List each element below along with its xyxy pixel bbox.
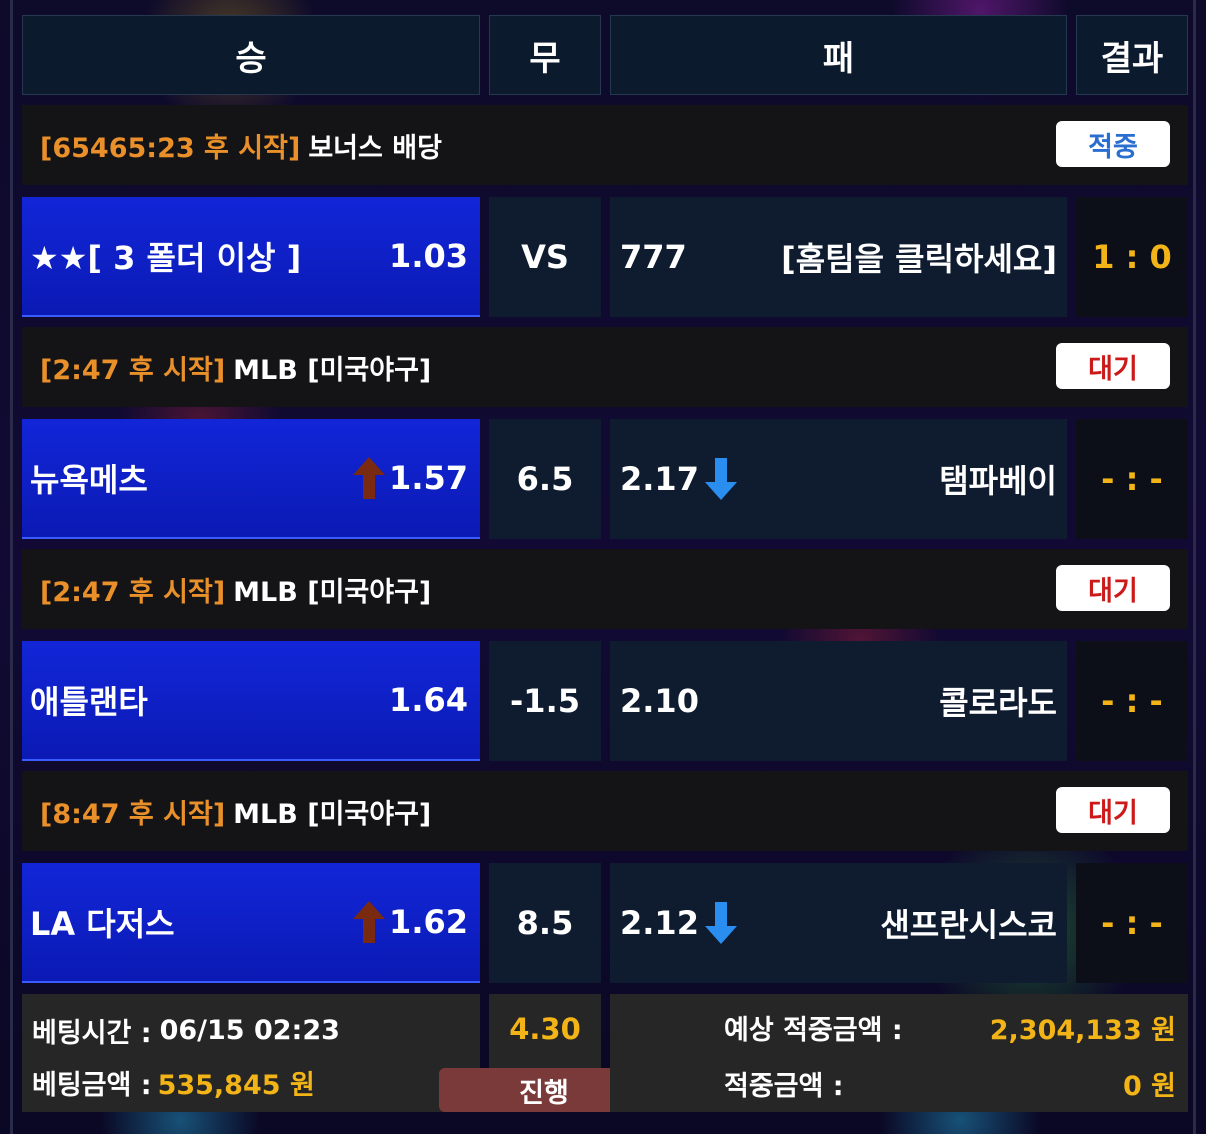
draw-button[interactable]: 8.5 — [489, 863, 601, 983]
away-team-button[interactable]: 777 [홈팀을 클릭하세요] — [610, 197, 1067, 317]
home-team-button[interactable]: 뉴욕메츠 1.57 — [22, 419, 480, 539]
bet-amount-label: 베팅금액 : — [32, 1069, 152, 1101]
up-arrow-icon — [353, 901, 386, 943]
status-badge: 대기 — [1056, 565, 1170, 611]
away-team-button[interactable]: 2.10 콜로라도 — [610, 641, 1067, 761]
home-odds: 1.62 — [389, 903, 468, 941]
win-amount-value: 0 원 — [1122, 1071, 1176, 1102]
away-odds: 777 — [620, 238, 687, 276]
away-team-button[interactable]: 2.12 샌프란시스코 — [610, 863, 1067, 983]
home-team-name: LA 다저스 — [30, 905, 175, 943]
home-team-name: 애틀랜타 — [30, 683, 148, 721]
away-odds: 2.10 — [620, 682, 699, 720]
game-start-time: [8:47 후 시작] — [40, 798, 226, 830]
away-team-name: 콜로라도 — [939, 684, 1057, 722]
game-score: 1 : 0 — [1076, 197, 1188, 317]
game-score: - : - — [1076, 863, 1188, 983]
away-odds: 2.17 — [620, 460, 699, 498]
header-result: 결과 — [1076, 15, 1188, 95]
bet-time-value: 06/15 02:23 — [159, 1014, 340, 1046]
total-odds: 4.30 — [509, 1012, 581, 1046]
game-info-bar: [2:47 후 시작] MLB [미국야구] 대기 — [22, 549, 1188, 629]
game-info-bar: [65465:23 후 시작] 보너스 배당 적중 — [22, 105, 1188, 185]
draw-button[interactable]: VS — [489, 197, 601, 317]
down-arrow-icon — [704, 902, 737, 944]
bet-summary: 베팅시간 : 06/15 02:23 베팅금액 : 535,845 원 — [22, 994, 480, 1112]
home-team-button[interactable]: ★★[ 3 폴더 이상 ] 1.03 — [22, 197, 480, 317]
game-info-bar: [2:47 후 시작] MLB [미국야구] 대기 — [22, 327, 1188, 407]
expected-payout-value: 2,304,133 원 — [989, 1015, 1176, 1046]
status-badge: 대기 — [1056, 787, 1170, 833]
down-arrow-icon — [704, 458, 737, 500]
game-score: - : - — [1076, 641, 1188, 761]
game-start-time: [2:47 후 시작] — [40, 354, 226, 386]
left-rail — [10, 0, 13, 1134]
game-league: MLB [미국야구] — [233, 354, 432, 386]
home-team-name: ★★[ 3 폴더 이상 ] — [30, 239, 302, 277]
draw-button[interactable]: -1.5 — [489, 641, 601, 761]
home-team-button[interactable]: 애틀랜타 1.64 — [22, 641, 480, 761]
away-team-button[interactable]: 2.17 탬파베이 — [610, 419, 1067, 539]
draw-button[interactable]: 6.5 — [489, 419, 601, 539]
game-start-time: [2:47 후 시작] — [40, 576, 226, 608]
right-rail — [1193, 0, 1196, 1134]
game-info-bar: [8:47 후 시작] MLB [미국야구] 대기 — [22, 771, 1188, 851]
payout-summary: 예상 적중금액 : 2,304,133 원 적중금액 : 0 원 — [610, 994, 1188, 1112]
game-league: MLB [미국야구] — [233, 576, 432, 608]
bet-time-label: 베팅시간 : — [32, 1017, 152, 1049]
home-team-name: 뉴욕메츠 — [30, 461, 148, 499]
header-lose: 패 — [610, 15, 1067, 95]
game-start-time: [65465:23 후 시작] — [40, 132, 301, 164]
game-league: 보너스 배당 — [308, 132, 442, 164]
up-arrow-icon — [353, 457, 386, 499]
bet-slip: 승 무 패 결과 [65465:23 후 시작] 보너스 배당 적중 ★★[ 3… — [0, 0, 1206, 1134]
home-odds: 1.03 — [389, 237, 468, 275]
home-team-button[interactable]: LA 다저스 1.62 — [22, 863, 480, 983]
away-team-name: [홈팀을 클릭하세요] — [781, 240, 1057, 278]
status-badge: 적중 — [1056, 121, 1170, 167]
expected-payout-label: 예상 적중금액 : — [724, 1015, 903, 1046]
home-odds: 1.57 — [389, 459, 468, 497]
win-amount-label: 적중금액 : — [724, 1071, 844, 1102]
header-win: 승 — [22, 15, 480, 95]
game-league: MLB [미국야구] — [233, 798, 432, 830]
bet-amount-value: 535,845 원 — [157, 1069, 315, 1101]
away-odds: 2.12 — [620, 904, 699, 942]
away-team-name: 탬파베이 — [939, 462, 1057, 500]
status-badge: 대기 — [1056, 343, 1170, 389]
header-draw: 무 — [489, 15, 601, 95]
away-team-name: 샌프란시스코 — [880, 906, 1057, 944]
game-score: - : - — [1076, 419, 1188, 539]
home-odds: 1.64 — [389, 681, 468, 719]
